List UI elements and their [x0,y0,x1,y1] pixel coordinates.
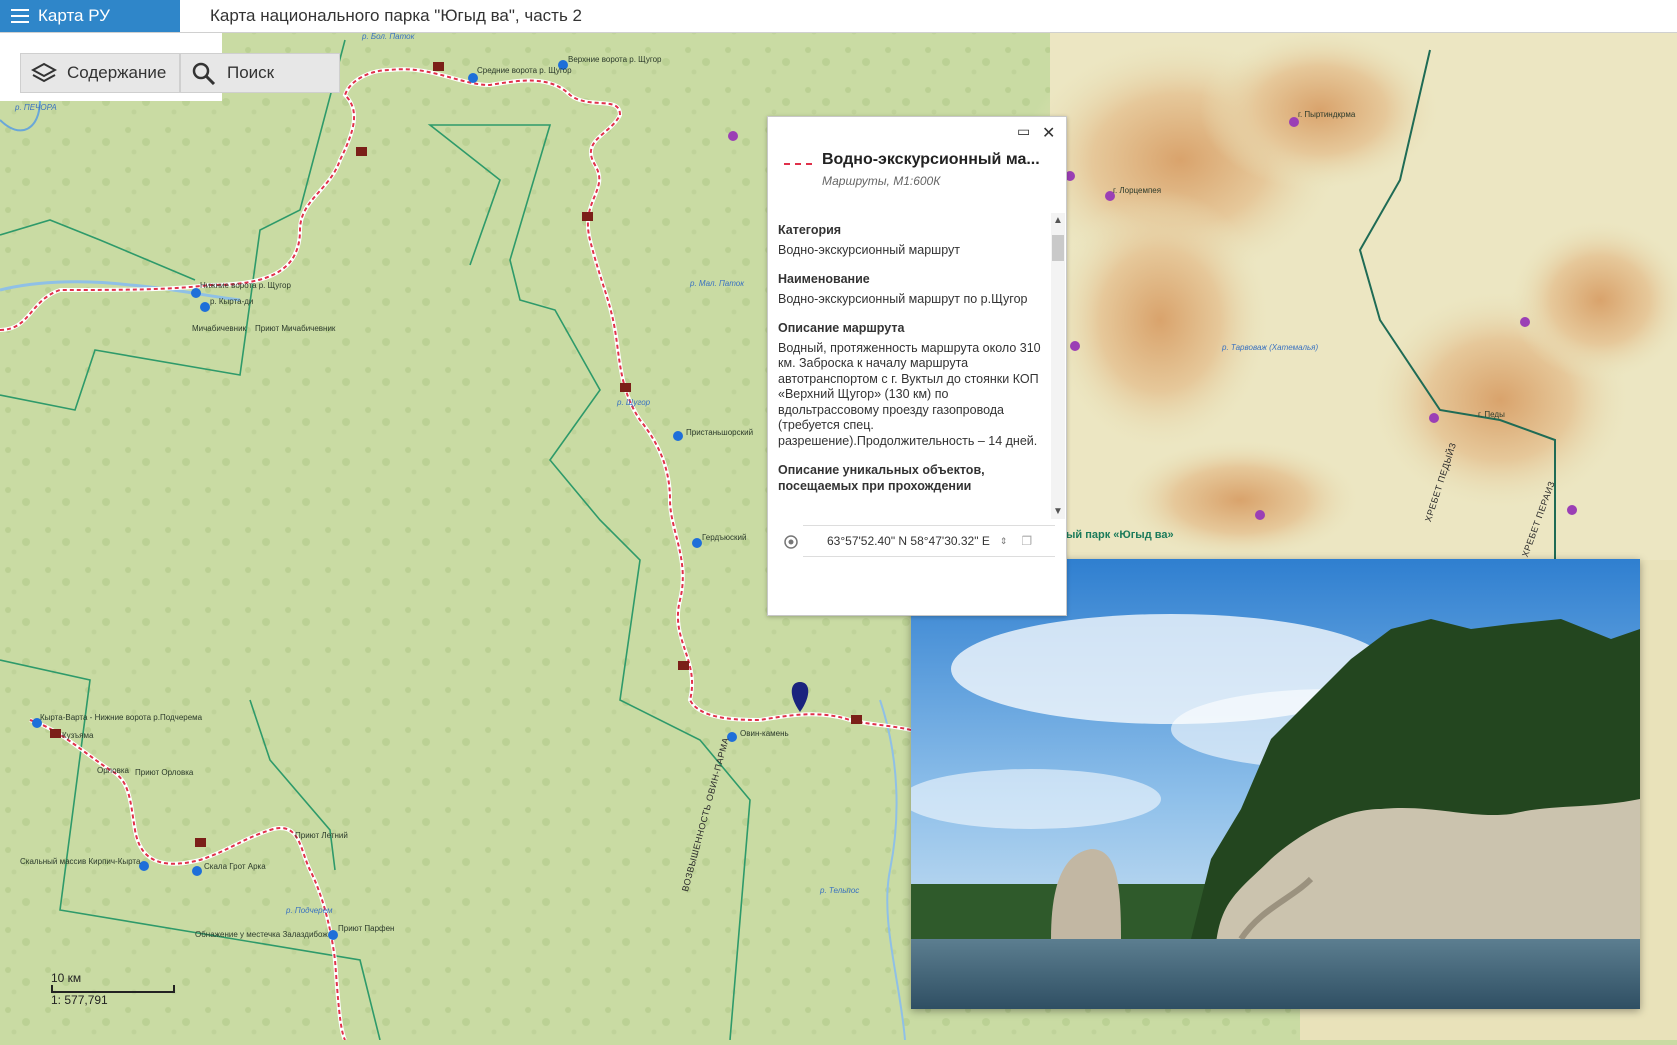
route-photo [901,559,1640,1009]
field-label: Описание уникальных объектов, посещаемых… [778,463,985,493]
search-button[interactable]: Поиск [180,53,340,93]
scroll-down-icon[interactable]: ▼ [1053,506,1063,517]
contents-button[interactable]: Содержание [20,53,180,93]
map-label-skala-grot: Скала Грот Арка [204,862,266,871]
scroll-up-icon[interactable]: ▲ [1053,215,1063,226]
scale-bar: 10 км 1: 577,791 [51,971,175,1007]
search-icon [192,62,216,85]
popup-scrollbar[interactable]: ▲ ▼ [1051,213,1065,519]
top-bar: Карта РУ Карта национального парка "Югыд… [0,0,1677,33]
document-title: Карта национального парка "Югыд ва", час… [210,6,582,25]
field-label: Наименование [778,272,870,286]
brand-menu-button[interactable]: Карта РУ [0,0,180,32]
map-label-pedy: г. Педы [1478,410,1505,419]
coordinates-value: 63°57'52.40" N 58°47'30.32" E [827,534,990,548]
field-value: Водно-экскурсионный маршрут [778,242,960,257]
popup-title: Водно-экскурсионный ма... [822,151,1040,168]
map-label-kuzyama: Кузъяма [62,731,94,740]
map-label-priyut-orlovka: Приют Орловка [135,768,194,777]
map-label-telpos: р. Тельпос [820,886,860,895]
close-icon[interactable]: ✕ [1042,123,1055,143]
map-label-pyrtindkrma: г. Пыртиндкрма [1298,110,1356,119]
map-label-kyrta-varta: Кырта-Варта - Нижние ворота р.Подчерема [40,713,203,722]
map-label-skalny-massiv: Скальный массив Кирпич-Кырта [20,857,141,866]
map-label-kyrta-dzh: р. Кырта-ди [210,297,254,306]
field-value: Водно-экскурсионный маршрут по р.Щугор [778,291,1028,306]
map-label-priyut-letny: Приют Летний [295,831,348,840]
popup-subtitle: Маршруты, М1:600К [822,174,941,188]
contents-label: Содержание [67,63,167,82]
map-label-park: ый парк «Югыд ва» [1066,529,1174,541]
coordinate-format-toggle-icon[interactable]: ⇕ [1000,536,1008,547]
map-label-shchugor: р. Щугор [617,398,651,407]
map-label-ovin-kamen: Овин-камень [740,729,789,738]
map-label-pechora: р. ПЕЧОРА [15,103,57,112]
map-label-nizhnie-vorota: Нижние ворота р. Щугор [200,281,291,290]
map-label-srednie-vorota: Средние ворота р. Щугор [477,66,572,75]
map-label-priyut-michabichevnik: Приют Мичабичевник [255,324,336,333]
map-label-river-bol-patok: р. Бол. Паток [362,32,415,41]
map-label-orlovka: Орловка [97,766,129,775]
map-label-mal-patok: р. Мал. Паток [690,279,745,288]
toolbox-panel: Содержание Поиск [0,32,340,101]
map-label-tarvag: р. Тарвоваж (Хатемалья) [1222,343,1319,352]
scale-line [51,985,175,993]
maximize-icon[interactable]: ▭ [1017,123,1030,140]
route-legend-symbol [784,163,812,165]
popup-attributes[interactable]: Категория Водно-экскурсионный маршрут На… [778,217,1048,517]
map-label-gerdyusky: Гердъюский [702,533,747,542]
coordinates-field[interactable]: 63°57'52.40" N 58°47'30.32" E ⇕ ❐ [803,525,1055,557]
feature-info-popup[interactable]: ▭ ✕ Водно-экскурсионный ма... Маршруты, … [767,116,1067,616]
search-label: Поиск [227,63,275,82]
map-label-obnazhenie: Обнажение у местечка Залаздибож [195,930,328,939]
map-label-verkhnie-vorota: Верхние ворота р. Щугор [568,55,662,64]
scale-ratio: 1: 577,791 [51,993,108,1007]
map-label-podcherem: р. Подчерем [286,906,333,915]
map-label-lortsempya: г. Лорцемпея [1113,186,1162,195]
map-label-priyut-parfen: Приют Парфен [338,924,395,933]
brand-name: Карта РУ [38,6,110,25]
hamburger-menu-icon[interactable] [11,9,29,23]
layers-icon [31,62,57,83]
copy-icon[interactable]: ❐ [1021,534,1032,548]
map-label-michabichevnik: Мичабичевник [192,324,247,333]
field-value: Водный, протяженность маршрута около 310… [778,340,1041,448]
field-label: Описание маршрута [778,321,905,335]
scale-distance: 10 км [51,971,82,985]
scrollbar-thumb[interactable] [1052,235,1064,261]
field-label: Категория [778,223,842,237]
map-label-pristanshorsky: Пристаньшорский [686,428,754,437]
locate-icon[interactable] [782,533,800,556]
